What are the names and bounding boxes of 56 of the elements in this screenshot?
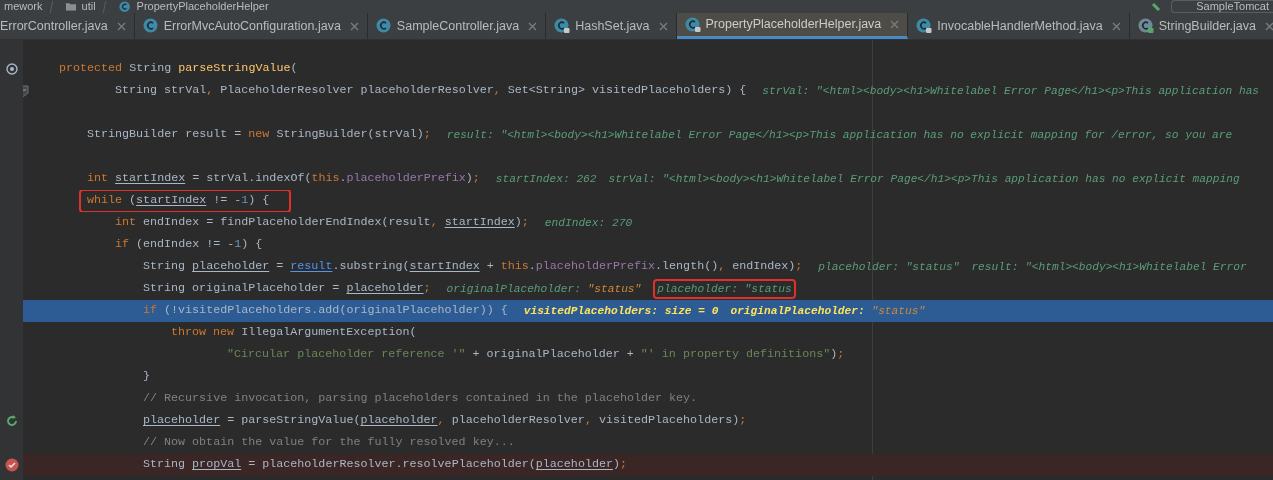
editor-tab[interactable]: HashSet.java	[546, 13, 677, 39]
code-text: String placeholder = result.substring(startIndex + this.placeholderPrefix.length(), endIndex);	[143, 258, 803, 276]
editor-tab[interactable]: ErrorMvcAutoConfiguration.java	[134, 13, 368, 39]
code-text: "Circular placeholder reference '" + originalPlaceholder + "' in property definitions");	[227, 346, 845, 364]
close-icon[interactable]	[1265, 21, 1273, 31]
inline-value-hint: endIndex: 270	[544, 215, 633, 231]
inline-value-hint: placeholder: "status"	[818, 259, 960, 275]
inline-value-hint: visitedPlaceholders: size = 0	[523, 303, 719, 319]
code-text: }	[143, 368, 150, 386]
override-icon[interactable]	[5, 63, 18, 75]
locked-class-icon	[684, 16, 701, 33]
class-icon	[142, 18, 159, 34]
inline-value-hint: strVal: "<html><body><h1>Whitelabel Error Page</h1><p>This application has no explicit mapping	[608, 171, 1240, 187]
editor-tab[interactable]: PropertyPlaceholderHelper.java	[676, 13, 909, 39]
close-icon[interactable]	[1111, 21, 1121, 31]
locked-class-icon	[1137, 18, 1154, 34]
code-text: throw new IllegalArgumentException(	[171, 324, 417, 342]
code-text: if (endIndex != -1) {	[115, 236, 263, 254]
code-text: StringBuilder result = new StringBuilder(strVal);	[87, 126, 431, 144]
inline-value-hint: placeholder: "status	[653, 278, 796, 300]
breadcrumb-item[interactable]: util	[81, 1, 96, 12]
folder-icon	[65, 2, 76, 11]
class-icon	[375, 18, 392, 34]
inline-value-hint: result: "<html><body><h1>Whitelabel Error	[971, 259, 1247, 275]
code-text: while (startIndex != -1) {	[87, 193, 270, 208]
editor-tab[interactable]: StringBuilder.java	[1129, 13, 1273, 39]
code-text: // Recursive invocation, parsing placeholders contained in the placeholder key.	[143, 390, 698, 408]
locked-class-icon	[916, 18, 933, 34]
code-text: if (!visitedPlaceholders.add(originalPlaceholder)) {	[143, 302, 508, 320]
code-text: // Now obtain the value for the fully resolved key...	[143, 434, 515, 452]
inline-value-hint: originalPlaceholder: "status"	[446, 281, 642, 297]
breadcrumb-item[interactable]: PropertyPlaceholderHelper	[136, 1, 269, 12]
recursion-icon	[4, 414, 19, 428]
breadcrumb-item[interactable]: mework	[4, 1, 43, 12]
code-text: int startIndex = strVal.indexOf(this.placeholderPrefix);	[87, 170, 480, 188]
inline-value-hint: strVal: "<html><body><h1>Whitelabel Error Page</h1><p>This application has	[762, 83, 1260, 99]
close-icon[interactable]	[528, 21, 538, 31]
close-icon[interactable]	[890, 20, 900, 29]
editor-tab[interactable]: SampleController.java	[367, 13, 547, 39]
code-text: String originalPlaceholder = placeholder;	[143, 280, 431, 298]
code-text: protected String parseStringValue(	[59, 60, 298, 78]
close-icon[interactable]	[116, 21, 126, 31]
class-icon	[118, 0, 131, 13]
editor-tab[interactable]: ErrorController.java	[0, 13, 135, 39]
editor-tab[interactable]: InvocableHandlerMethod.java	[908, 13, 1130, 39]
code-text: String propVal = placeholderResolver.resolvePlaceholder(placeholder);	[143, 456, 627, 474]
code-text: String strVal, PlaceholderResolver placeholderResolver, Set<String> visitedPlaceholders) {	[115, 82, 747, 100]
close-icon[interactable]	[349, 21, 359, 31]
breakpoint-icon[interactable]	[4, 458, 19, 472]
code-text: int endIndex = findPlaceholderEndIndex(result, startIndex);	[115, 214, 529, 232]
inline-value-hint: startIndex: 262	[495, 171, 597, 187]
locked-class-icon	[554, 18, 571, 34]
close-icon[interactable]	[658, 21, 668, 31]
inline-value-hint: originalPlaceholder: "status"	[730, 303, 926, 319]
inline-value-hint: result: "<html><body><h1>Whitelabel Error Page</h1><p>This application has no explicit mapping for /error, so you are	[446, 127, 1233, 143]
code-text: placeholder = parseStringValue(placeholder, placeholderResolver, visitedPlaceholders);	[143, 412, 747, 430]
